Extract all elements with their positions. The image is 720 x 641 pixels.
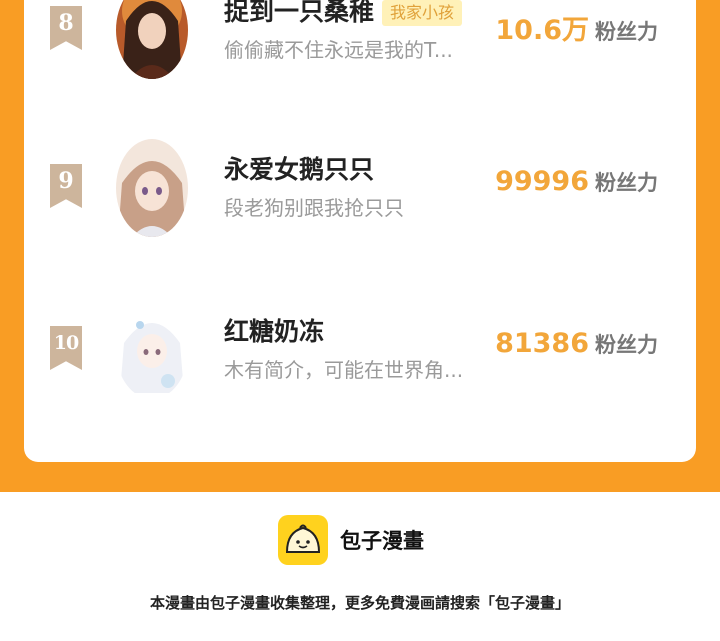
avatar-image bbox=[116, 0, 188, 79]
ranking-row-9[interactable]: 9 永爱女鹅只只 段老狗别跟我抢只只 99996 粉丝力 bbox=[24, 130, 696, 240]
rank-badge: 8 bbox=[50, 6, 82, 50]
avatar[interactable] bbox=[116, 139, 188, 237]
baozi-logo-icon[interactable] bbox=[278, 515, 328, 565]
avatar[interactable] bbox=[116, 0, 188, 79]
fans-label: 粉丝力 bbox=[595, 333, 658, 357]
avatar[interactable] bbox=[116, 301, 188, 399]
fans-count: 99996 粉丝力 bbox=[495, 166, 658, 197]
rank-badge: 9 bbox=[50, 164, 82, 208]
user-name-text: 捉到一只桑稚 bbox=[224, 0, 375, 26]
fans-label: 粉丝力 bbox=[595, 171, 658, 195]
user-name: 红糖奶冻 bbox=[224, 312, 324, 348]
ranking-row-10[interactable]: 10 红糖奶冻 木有简介，可能在世界角... 81386 粉丝力 bbox=[24, 292, 696, 402]
fans-count: 10.6万 粉丝力 bbox=[495, 8, 658, 47]
ranking-row-8[interactable]: 8 捉到一只桑稚 我家小孩 偷偷藏不住永远是我的T... 10.6万 粉丝力 bbox=[24, 0, 696, 82]
fans-count: 81386 粉丝力 bbox=[495, 328, 658, 359]
user-name-text: 红糖奶冻 bbox=[224, 317, 325, 346]
avatar-image bbox=[116, 301, 188, 399]
user-intro: 木有简介，可能在世界角... bbox=[224, 358, 464, 382]
fans-value: 10.6万 bbox=[495, 15, 589, 46]
fans-value: 81386 bbox=[495, 328, 589, 359]
user-name-text: 永爱女鹅只只 bbox=[224, 155, 375, 184]
fans-label: 粉丝力 bbox=[595, 20, 658, 44]
user-tag: 我家小孩 bbox=[382, 0, 463, 26]
baozi-logo-graphic bbox=[285, 524, 321, 553]
user-name: 永爱女鹅只只 bbox=[224, 150, 374, 186]
footer-note: 本漫畫由包子漫畫收集整理，更多免費漫画請搜索「包子漫畫」 bbox=[149, 594, 570, 612]
footer-brand: 包子漫畫 bbox=[340, 529, 424, 553]
avatar-image bbox=[116, 139, 188, 237]
user-intro: 段老狗别跟我抢只只 bbox=[224, 196, 404, 220]
user-name: 捉到一只桑稚 我家小孩 bbox=[224, 0, 463, 28]
user-intro: 偷偷藏不住永远是我的T... bbox=[224, 38, 453, 62]
ranking-card: 8 捉到一只桑稚我家小孩 偷偷藏不住永远是我的T... 10.6万粉丝力 9 bbox=[24, 0, 696, 462]
fans-value: 99996 bbox=[495, 166, 589, 197]
rank-badge: 10 bbox=[50, 326, 82, 370]
